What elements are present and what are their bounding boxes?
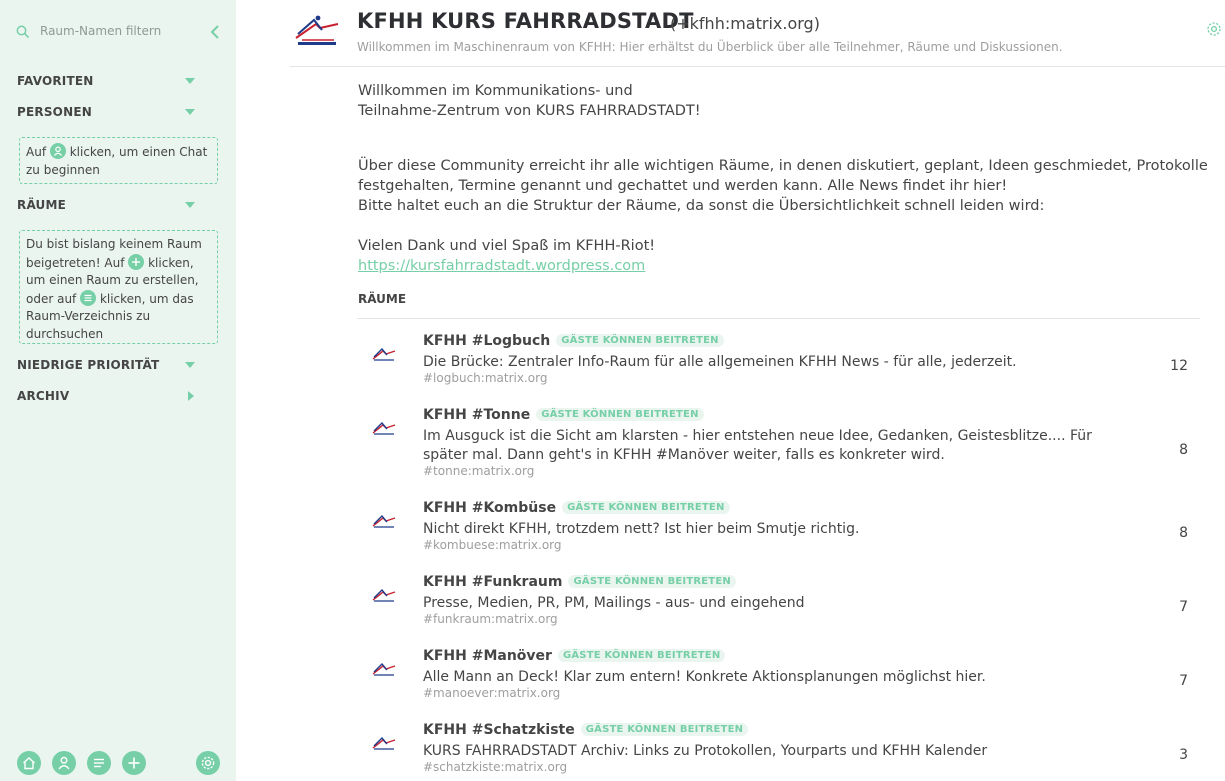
room-name[interactable]: KFHH #Manöver GÄSTE KÖNNEN BEITRETEN <box>423 648 726 664</box>
room-name-text: KFHH #Schatzkiste <box>423 722 575 738</box>
room-name[interactable]: KFHH #Schatzkiste GÄSTE KÖNNEN BEITRETEN <box>423 722 749 738</box>
section-personen[interactable]: PERSONEN <box>17 104 197 122</box>
page-title: KFHH KURS FAHRRADSTADT <box>357 9 694 33</box>
group-alias: (+kfhh:matrix.org) <box>670 14 820 33</box>
description-link[interactable]: https://kursfahrradstadt.wordpress.com <box>358 258 645 274</box>
guest-access-badge: GÄSTE KÖNNEN BEITRETEN <box>557 649 726 662</box>
room-topic: KURS FAHRRADSTADT Archiv: Links zu Proto… <box>423 743 988 759</box>
guest-access-badge: GÄSTE KÖNNEN BEITRETEN <box>568 575 736 588</box>
room-alias: #funkraum:matrix.org <box>423 612 558 626</box>
person-icon <box>58 756 70 770</box>
plus-icon <box>128 757 140 769</box>
gear-icon <box>201 756 215 770</box>
list-icon[interactable] <box>80 289 97 306</box>
room-name-text: KFHH #Tonne <box>423 407 531 423</box>
member-count: 7 <box>1179 599 1188 615</box>
room-avatar <box>372 588 396 602</box>
member-count: 8 <box>1179 442 1188 458</box>
people-hint-pre: Auf <box>26 145 47 159</box>
description-line: Vielen Dank und viel Spaß im KFHH-Riot! <box>358 238 656 254</box>
chevron-down-icon[interactable] <box>185 78 195 84</box>
section-favoriten-label: FAVORITEN <box>17 74 94 88</box>
settings-button[interactable] <box>196 751 220 775</box>
description-line: Willkommen im Kommunikations- und <box>358 83 633 99</box>
collapse-left-icon[interactable] <box>210 24 220 40</box>
member-count: 12 <box>1170 358 1188 374</box>
room-alias: #kombuese:matrix.org <box>423 538 562 552</box>
room-topic: Nicht direkt KFHH, trotzdem nett? Ist hi… <box>423 521 860 537</box>
rooms-divider <box>357 318 1200 319</box>
home-icon <box>23 757 35 770</box>
create-room-button[interactable] <box>122 751 146 775</box>
room-filter-input[interactable]: Raum-Namen filtern <box>40 24 161 38</box>
chevron-down-icon[interactable] <box>185 109 195 115</box>
description-line: Über diese Community erreicht ihr alle w… <box>358 158 1208 174</box>
room-directory-button[interactable] <box>87 751 111 775</box>
home-button[interactable] <box>17 751 41 775</box>
section-raeume[interactable]: RÄUME <box>17 197 197 215</box>
guest-access-badge: GÄSTE KÖNNEN BEITRETEN <box>536 408 704 421</box>
room-topic: Die Brücke: Zentraler Info-Raum für alle… <box>423 354 1017 370</box>
sidebar-bottom-bar <box>0 748 236 781</box>
gear-icon[interactable] <box>1206 21 1222 37</box>
person-icon[interactable] <box>49 143 66 159</box>
room-name[interactable]: KFHH #Tonne GÄSTE KÖNNEN BEITRETEN <box>423 407 704 423</box>
room-avatar <box>372 514 396 528</box>
website-link[interactable]: https://kursfahrradstadt.wordpress.com <box>358 258 645 274</box>
room-avatar <box>372 421 396 435</box>
description-line: Teilnahme-Zentrum von KURS FAHRRADSTADT! <box>358 103 701 119</box>
description-line: Bitte haltet euch an die Struktur der Rä… <box>358 198 1045 214</box>
room-alias: #tonne:matrix.org <box>423 464 535 478</box>
section-niedrige-prioritaet[interactable]: NIEDRIGE PRIORITÄT <box>17 357 197 375</box>
chevron-down-icon[interactable] <box>185 362 195 368</box>
header-divider <box>290 66 1225 67</box>
kfhh-logo <box>295 15 339 45</box>
room-alias: #schatzkiste:matrix.org <box>423 760 568 774</box>
room-name[interactable]: KFHH #Logbuch GÄSTE KÖNNEN BEITRETEN <box>423 333 724 349</box>
room-name-text: KFHH #Manöver <box>423 648 552 664</box>
people-hint: Auf klicken, um einen Chat zu beginnen <box>19 137 218 184</box>
room-topic: Alle Mann an Deck! Klar zum entern! Konk… <box>423 669 986 685</box>
guest-access-badge: GÄSTE KÖNNEN BEITRETEN <box>556 334 724 347</box>
section-niedrige-label: NIEDRIGE PRIORITÄT <box>17 358 160 372</box>
section-archiv-label: ARCHIV <box>17 389 70 403</box>
room-alias: #manoever:matrix.org <box>423 686 561 700</box>
guest-access-badge: GÄSTE KÖNNEN BEITRETEN <box>562 501 730 514</box>
room-name[interactable]: KFHH #Funkraum GÄSTE KÖNNEN BEITRETEN <box>423 574 736 590</box>
left-sidebar: Raum-Namen filtern FAVORITEN PERSONEN Au… <box>0 0 236 781</box>
section-personen-label: PERSONEN <box>17 105 92 119</box>
search-icon <box>16 25 30 39</box>
start-chat-button[interactable] <box>52 751 76 775</box>
room-name[interactable]: KFHH #Kombüse GÄSTE KÖNNEN BEITRETEN <box>423 500 730 516</box>
room-filter[interactable]: Raum-Namen filtern <box>14 22 224 42</box>
room-avatar <box>372 736 396 750</box>
room-name-text: KFHH #Kombüse <box>423 500 557 516</box>
group-topic: Willkommen im Maschinenraum von KFHH: Hi… <box>357 40 1063 54</box>
room-avatar <box>372 347 396 361</box>
section-favoriten[interactable]: FAVORITEN <box>17 73 197 91</box>
rooms-heading: RÄUME <box>358 292 407 306</box>
room-topic: Im Ausguck ist die Sicht am klarsten - h… <box>423 428 1092 463</box>
chevron-right-icon[interactable] <box>188 391 194 401</box>
rooms-hint: Du bist bislang keinem Raum beigetreten!… <box>19 230 218 344</box>
room-alias: #logbuch:matrix.org <box>423 371 548 385</box>
member-count: 3 <box>1179 747 1188 763</box>
list-icon <box>94 758 104 768</box>
section-raeume-label: RÄUME <box>17 198 67 212</box>
member-count: 7 <box>1179 673 1188 689</box>
guest-access-badge: GÄSTE KÖNNEN BEITRETEN <box>580 723 749 736</box>
chevron-down-icon[interactable] <box>185 202 195 208</box>
description-line: festgehalten, Termine genannt und gechat… <box>358 178 1008 194</box>
member-count: 8 <box>1179 525 1188 541</box>
plus-icon[interactable] <box>128 253 145 270</box>
room-name-text: KFHH #Funkraum <box>423 574 563 590</box>
room-topic: Presse, Medien, PR, PM, Mailings - aus- … <box>423 595 805 611</box>
section-archiv[interactable]: ARCHIV <box>17 388 197 406</box>
room-name-text: KFHH #Logbuch <box>423 333 551 349</box>
room-avatar <box>372 662 396 676</box>
